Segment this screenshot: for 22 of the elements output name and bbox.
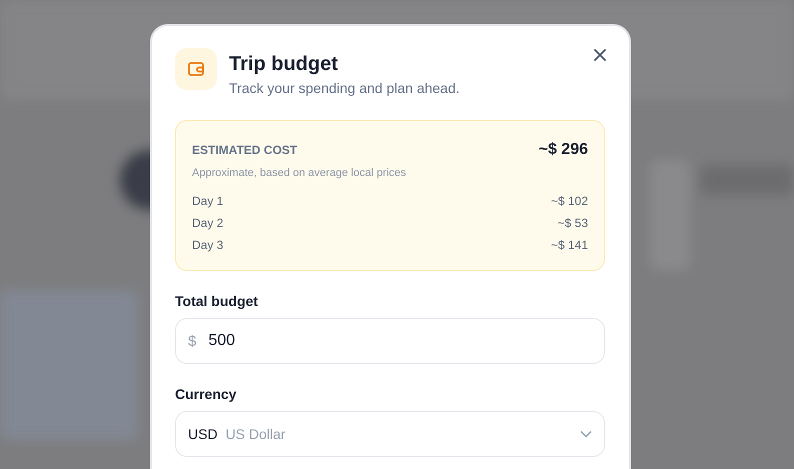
currency-name: US Dollar <box>226 426 286 442</box>
wallet-icon <box>186 59 206 79</box>
currency-prefix: $ <box>188 332 196 350</box>
day-amount: ~$ 141 <box>550 237 588 254</box>
budget-value: 500 <box>208 332 236 350</box>
day-label: Day 2 <box>192 215 224 232</box>
currency-select[interactable]: USD US Dollar <box>175 411 605 457</box>
field-label: Currency <box>175 386 238 402</box>
chevron-down-icon <box>580 430 592 438</box>
day-label: Day 1 <box>192 193 224 210</box>
dialog-title: Trip budget <box>229 52 339 76</box>
estimate-label: ESTIMATED COST <box>192 143 298 157</box>
field-label: Total budget <box>175 293 259 309</box>
day-label: Day 3 <box>192 237 224 254</box>
dialog-subtitle: Track your spending and plan ahead. <box>229 80 461 96</box>
day-amount: ~$ 53 <box>558 215 588 232</box>
day-amount: ~$ 102 <box>550 193 588 210</box>
budget-input[interactable]: $ 500 <box>175 318 605 364</box>
estimate-total: ~$ 296 <box>538 141 588 159</box>
close-button[interactable] <box>591 46 609 64</box>
currency-code: USD <box>188 426 218 442</box>
estimate-note: Approximate, based on average local prices <box>192 167 408 179</box>
